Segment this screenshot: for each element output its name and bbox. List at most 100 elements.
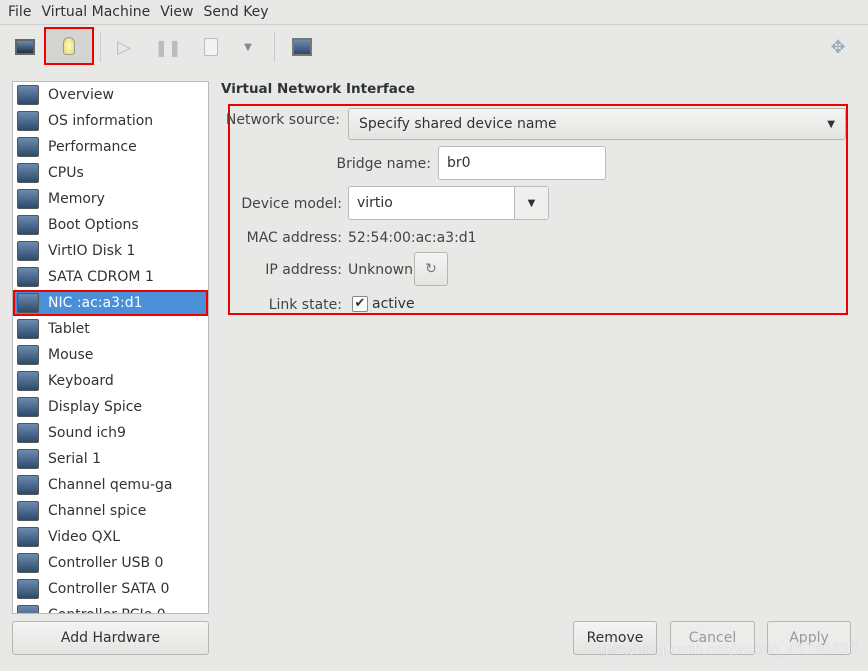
pause-icon: ❚❚ (154, 37, 182, 57)
play-icon: ▷ (117, 36, 131, 58)
device-icon (17, 215, 39, 235)
sidebar-item-label: OS information (48, 113, 154, 129)
snapshots-icon (292, 38, 312, 56)
device-icon (17, 319, 39, 339)
bridge-name-label: Bridge name: (336, 156, 431, 172)
device-icon (17, 345, 39, 365)
sidebar-item[interactable]: Channel spice (13, 498, 208, 524)
chevron-down-icon: ▼ (827, 118, 835, 130)
sidebar-item[interactable]: Tablet (13, 316, 208, 342)
sidebar-item[interactable]: Performance (13, 134, 208, 160)
shutdown-menu-button[interactable]: ▼ (228, 30, 268, 64)
sidebar-item[interactable]: Display Spice (13, 394, 208, 420)
device-icon (17, 553, 39, 573)
sidebar-item-label: Overview (48, 87, 114, 103)
sidebar-item-label: Mouse (48, 347, 94, 363)
device-icon (17, 111, 39, 131)
sidebar-item[interactable]: Controller USB 0 (13, 550, 208, 576)
fullscreen-icon: ✥ (830, 36, 846, 58)
sidebar-item[interactable]: Serial 1 (13, 446, 208, 472)
sidebar-item[interactable]: Mouse (13, 342, 208, 368)
section-title: Virtual Network Interface (221, 81, 416, 97)
device-icon (17, 423, 39, 443)
device-icon (17, 267, 39, 287)
sidebar-item-label: Controller SATA 0 (48, 581, 170, 597)
menu-file[interactable]: File (4, 4, 35, 20)
bridge-name-value: br0 (447, 155, 471, 171)
sidebar-item[interactable]: Keyboard (13, 368, 208, 394)
hardware-list[interactable]: Overview OS information Performance CPUs Mem… (12, 81, 209, 614)
toolbar: ▷ ❚❚ ▼ ✥ (0, 26, 868, 68)
device-icon (17, 527, 39, 547)
mac-address-label: MAC address: (246, 230, 342, 246)
sidebar-item[interactable]: SATA CDROM 1 (13, 264, 208, 290)
sidebar-item[interactable]: CPUs (13, 160, 208, 186)
sidebar-item[interactable]: OS information (13, 108, 208, 134)
add-hardware-button[interactable]: Add Hardware (12, 621, 209, 655)
link-state-label: Link state: (268, 297, 342, 313)
sidebar-item-label: Performance (48, 139, 137, 155)
sidebar-item-label: Channel qemu-ga (48, 477, 173, 493)
menu-send-key[interactable]: Send Key (199, 4, 272, 20)
sidebar-item-label: Display Spice (48, 399, 143, 415)
sidebar-item[interactable]: Sound ich9 (13, 420, 208, 446)
sidebar-item-label: Tablet (48, 321, 90, 337)
device-model-combo[interactable]: virtio ▼ (348, 186, 549, 220)
sidebar-item[interactable]: Video QXL (13, 524, 208, 550)
checkmark-icon: ✔ (352, 296, 368, 312)
sidebar-item[interactable]: VirtIO Disk 1 (13, 238, 208, 264)
console-button[interactable] (3, 30, 47, 64)
sidebar-item[interactable]: Controller SATA 0 (13, 576, 208, 602)
mac-address-value: 52:54:00:ac:a3:d1 (348, 230, 477, 246)
ip-address-label: IP address: (265, 262, 342, 278)
link-state-value: active (372, 296, 415, 312)
device-icon (17, 449, 39, 469)
sidebar-item-label: Channel spice (48, 503, 147, 519)
network-source-label: Network source: (225, 112, 340, 128)
device-icon (17, 293, 39, 313)
sidebar-item[interactable]: Overview (13, 82, 208, 108)
refresh-ip-button[interactable]: ↻ (414, 252, 448, 286)
sidebar-item-label: Memory (48, 191, 105, 207)
pause-button[interactable]: ❚❚ (146, 30, 190, 64)
sidebar-item-label: NIC :ac:a3:d1 (48, 295, 143, 311)
device-icon (17, 189, 39, 209)
run-button[interactable]: ▷ (102, 30, 146, 64)
sidebar-item[interactable]: Boot Options (13, 212, 208, 238)
power-icon (204, 38, 218, 56)
nic-settings-panel: Network source: Specify shared device na… (226, 104, 848, 315)
sidebar-item-label: VirtIO Disk 1 (48, 243, 136, 259)
sidebar-item[interactable]: NIC :ac:a3:d1 (13, 290, 208, 316)
menubar: File Virtual Machine View Send Key (0, 0, 868, 25)
device-icon (17, 137, 39, 157)
bridge-name-input[interactable]: br0 (438, 146, 606, 180)
menu-view[interactable]: View (156, 4, 197, 20)
sidebar-item[interactable]: Channel qemu-ga (13, 472, 208, 498)
snapshots-button[interactable] (280, 30, 324, 64)
sidebar-item[interactable]: Memory (13, 186, 208, 212)
sidebar-item-label: Serial 1 (48, 451, 101, 467)
dropdown-icon: ▼ (244, 41, 252, 53)
menu-virtual-machine[interactable]: Virtual Machine (37, 4, 154, 20)
ip-address-value: Unknown (348, 262, 413, 278)
sidebar-item-label: SATA CDROM 1 (48, 269, 154, 285)
sidebar-item-label: Boot Options (48, 217, 139, 233)
chevron-down-icon[interactable]: ▼ (514, 187, 548, 219)
monitor-icon (15, 39, 35, 55)
sidebar-item-label: Keyboard (48, 373, 114, 389)
sidebar-item[interactable]: Controller PCIe 0 (13, 602, 208, 613)
link-state-checkbox[interactable]: ✔ active (352, 296, 415, 312)
sidebar-item-label: Controller USB 0 (48, 555, 164, 571)
fullscreen-button[interactable]: ✥ (816, 30, 860, 64)
network-source-select[interactable]: Specify shared device name ▼ (348, 108, 846, 140)
refresh-icon: ↻ (425, 261, 437, 277)
shutdown-button[interactable] (189, 30, 233, 64)
device-icon (17, 163, 39, 183)
device-model-label: Device model: (241, 196, 342, 212)
device-icon (17, 397, 39, 417)
device-icon (17, 605, 39, 613)
device-icon (17, 501, 39, 521)
sidebar-item-label: Sound ich9 (48, 425, 126, 441)
details-button[interactable] (44, 27, 94, 65)
sidebar-item-label: CPUs (48, 165, 84, 181)
